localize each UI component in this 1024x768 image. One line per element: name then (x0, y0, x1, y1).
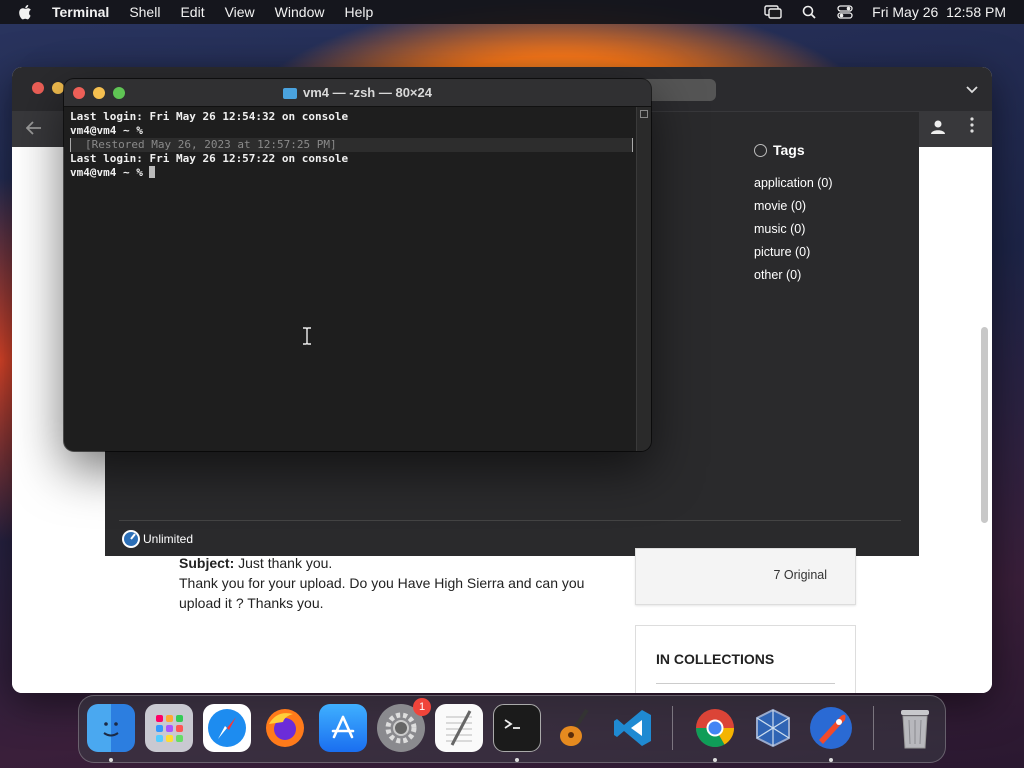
menu-shell[interactable]: Shell (129, 0, 160, 24)
vscode-icon[interactable] (609, 704, 657, 752)
running-indicator (515, 758, 519, 762)
tags-heading-label: Tags (773, 142, 805, 158)
dock-separator (672, 706, 673, 750)
menu-bar: Terminal Shell Edit View Window Help Fri… (0, 0, 1024, 24)
tab-list-chevron-icon[interactable] (966, 81, 978, 97)
virtualbox-icon[interactable] (749, 704, 797, 752)
running-indicator (713, 758, 717, 762)
rocket-typist-icon[interactable] (807, 704, 855, 752)
collections-divider (656, 683, 835, 684)
terminal-titlebar: vm4 — -zsh — 80×24 (64, 79, 651, 107)
review-post: Subject: Just thank you. Thank you for y… (179, 553, 619, 613)
dock: 1 (78, 695, 946, 763)
running-indicator (109, 758, 113, 762)
menu-window[interactable]: Window (275, 0, 325, 24)
profile-icon[interactable] (930, 119, 946, 140)
collections-card: IN COLLECTIONS (635, 625, 856, 693)
finder-icon[interactable] (87, 704, 135, 752)
terminal-line: Last login: Fri May 26 12:57:22 on conso… (70, 152, 349, 165)
speedometer-icon (122, 530, 140, 548)
app-store-icon[interactable] (319, 704, 367, 752)
ibeam-cursor-icon (302, 327, 312, 350)
launchpad-icon[interactable] (145, 704, 193, 752)
unlimited-badge[interactable]: Unlimited (121, 529, 193, 549)
back-arrow-icon[interactable] (25, 119, 42, 140)
post-subject: Subject: Just thank you. (179, 553, 619, 573)
collections-title: IN COLLECTIONS (656, 651, 775, 667)
terminal-app-icon[interactable] (493, 704, 541, 752)
terminal-line: Last login: Fri May 26 12:54:32 on conso… (70, 110, 349, 123)
terminal-prompt: vm4@vm4 ~ % (70, 166, 143, 179)
terminal-window[interactable]: vm4 — -zsh — 80×24 Last login: Fri May 2… (64, 79, 651, 451)
menu-view[interactable]: View (225, 0, 255, 24)
terminal-line: vm4@vm4 ~ % (70, 124, 143, 137)
terminal-prompt-line: vm4@vm4 ~ % (70, 166, 630, 180)
subject-text: Just thank you. (238, 555, 333, 571)
folder-icon (283, 87, 297, 99)
tags-list: Tags application (0) movie (0) music (0)… (754, 142, 904, 291)
restored-session-marker: [Restored May 26, 2023 at 12:57:25 PM] (70, 138, 633, 152)
page-scrollbar[interactable] (981, 327, 988, 523)
tag-picture[interactable]: picture (0) (754, 245, 904, 268)
radio-icon (754, 143, 767, 157)
terminal-scrollbar[interactable] (636, 107, 651, 451)
menu-edit[interactable]: Edit (180, 0, 204, 24)
textedit-icon[interactable] (435, 704, 483, 752)
originals-card: 7 Original (635, 548, 856, 605)
browser-close-button[interactable] (32, 82, 44, 94)
running-indicator (829, 758, 833, 762)
unlimited-label: Unlimited (143, 532, 194, 546)
spotlight-search-icon[interactable] (800, 4, 818, 20)
subject-label: Subject: (179, 555, 235, 571)
post-body: Thank you for your upload. Do you Have H… (179, 575, 585, 611)
tag-other[interactable]: other (0) (754, 268, 904, 291)
menu-app-name[interactable]: Terminal (52, 0, 109, 24)
tags-heading[interactable]: Tags (754, 142, 904, 158)
menu-bar-clock[interactable]: Fri May 26 12:58 PM (872, 4, 1006, 20)
terminal-title: vm4 — -zsh — 80×24 (64, 79, 651, 107)
safari-icon[interactable] (203, 704, 251, 752)
tag-movie[interactable]: movie (0) (754, 199, 904, 222)
chrome-icon[interactable] (691, 704, 739, 752)
browser-minimize-button[interactable] (52, 82, 64, 94)
system-preferences-icon[interactable]: 1 (377, 698, 431, 752)
control-center-icon[interactable] (836, 4, 854, 20)
screen-mirroring-icon[interactable] (764, 4, 782, 20)
garageband-icon[interactable] (551, 704, 599, 752)
firefox-icon[interactable] (261, 704, 309, 752)
scrollbar-cap (640, 110, 648, 118)
menu-help[interactable]: Help (344, 0, 373, 24)
panel-divider (119, 520, 901, 521)
apple-menu-icon[interactable] (18, 4, 36, 20)
tag-application[interactable]: application (0) (754, 176, 904, 199)
trash-icon[interactable] (891, 704, 939, 752)
notification-badge: 1 (413, 698, 431, 716)
dock-separator (873, 706, 874, 750)
original-count[interactable]: 7 Original (774, 568, 828, 582)
terminal-title-text: vm4 — -zsh — 80×24 (303, 85, 432, 100)
tag-music[interactable]: music (0) (754, 222, 904, 245)
more-menu-icon[interactable] (970, 117, 974, 138)
text-cursor (149, 166, 156, 178)
terminal-output[interactable]: Last login: Fri May 26 12:54:32 on conso… (70, 110, 633, 180)
